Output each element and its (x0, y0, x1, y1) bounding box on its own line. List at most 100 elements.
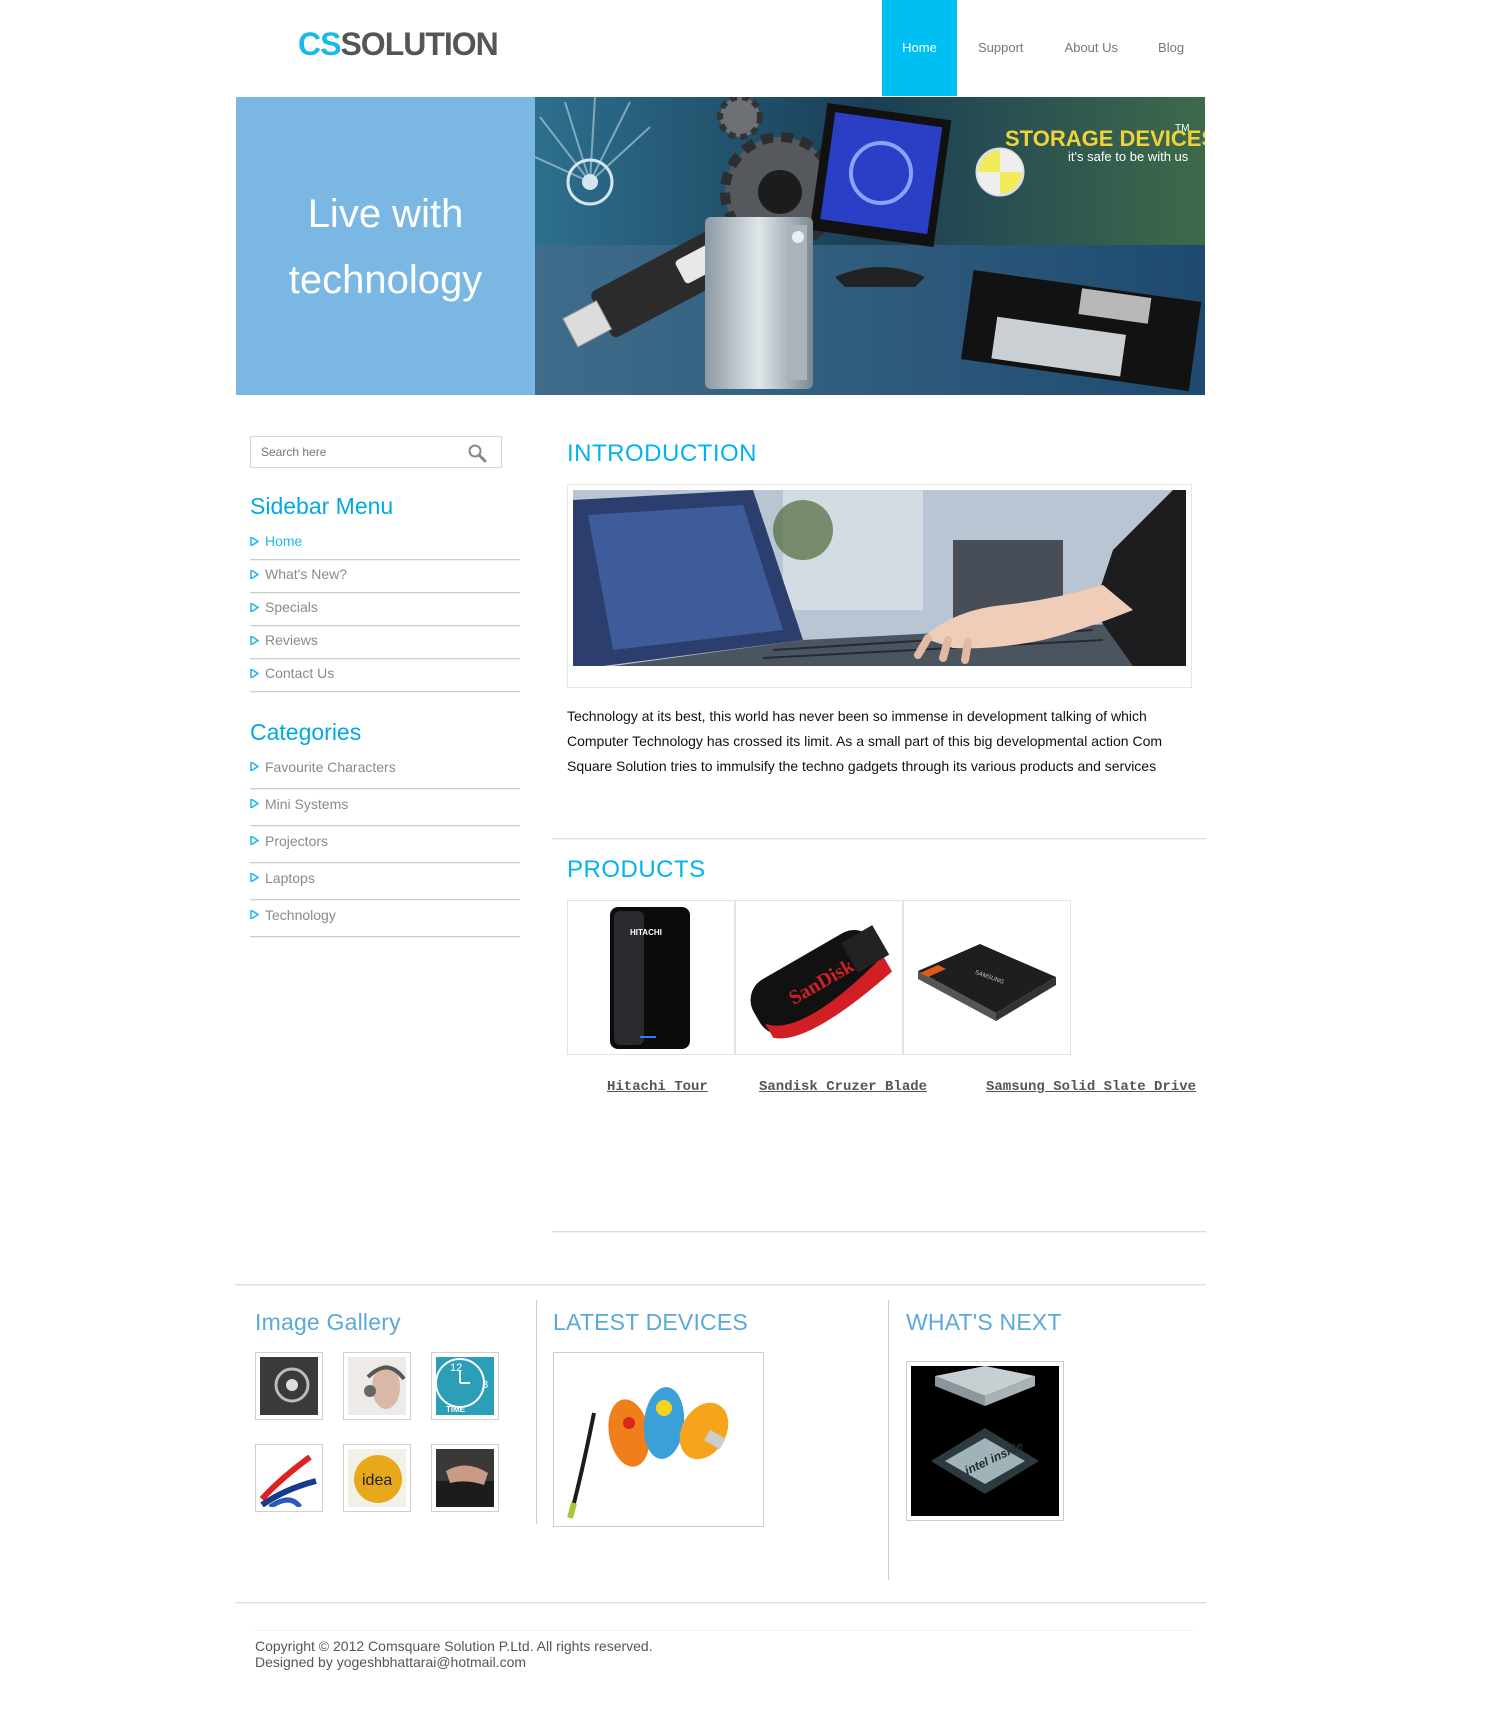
bullet-arrow-icon (250, 762, 259, 771)
category-link[interactable]: Mini Systems (265, 796, 348, 812)
introduction-title: INTRODUCTION (567, 440, 757, 467)
whats-next-image-frame[interactable]: intel inside (906, 1361, 1064, 1521)
clock-number-3: 3 (482, 1379, 488, 1391)
category-item-laptops: Laptops (250, 863, 520, 900)
sidebar-item-specials: Specials (250, 593, 520, 626)
product-link-hitachi-tour[interactable]: Hitachi Tour (607, 1079, 708, 1095)
product-image-sandisk[interactable]: SanDisk (735, 900, 903, 1055)
sidebar-link-reviews[interactable]: Reviews (265, 632, 318, 648)
clock-image: 12 3 TIME (436, 1357, 494, 1415)
section-divider (552, 1231, 1206, 1233)
hero-banner: Live with technology STORAGE DEVICES TM … (236, 97, 1205, 395)
sidebar-menu: Home What's New? Specials Reviews Contac… (250, 527, 520, 692)
samsung-ssd-image: SAMSUNG (918, 944, 1056, 1021)
clock-label: TIME (446, 1405, 466, 1414)
category-link[interactable]: Projectors (265, 833, 328, 849)
category-item-technology: Technology (250, 900, 520, 937)
sidebar-item-home: Home (250, 527, 520, 560)
gallery-thumb[interactable]: idea (343, 1444, 411, 1512)
sidebar-item-whats-new: What's New? (250, 560, 520, 593)
bullet-arrow-icon (250, 910, 259, 919)
categories-menu: Favourite Characters Mini Systems Projec… (250, 752, 520, 937)
keyboard-typing-image (436, 1449, 494, 1507)
latest-device-image[interactable] (553, 1352, 764, 1527)
bullet-arrow-icon (250, 799, 259, 808)
search-icon[interactable] (467, 443, 487, 463)
headphones-woman-image (348, 1357, 406, 1415)
bullet-arrow-icon (250, 603, 259, 612)
whats-next-title: WHAT'S NEXT (906, 1309, 1062, 1335)
flip-flop-usb-image (567, 1387, 729, 1519)
sidebar-item-reviews: Reviews (250, 626, 520, 659)
nav-about-us[interactable]: About Us (1045, 0, 1138, 96)
idea-text: idea (362, 1472, 392, 1489)
bullet-arrow-icon (250, 873, 259, 882)
gallery-thumb[interactable] (431, 1444, 499, 1512)
gallery-thumb[interactable] (343, 1352, 411, 1420)
category-link[interactable]: Technology (265, 907, 336, 923)
image-gallery-title: Image Gallery (255, 1309, 401, 1335)
nav-home[interactable]: Home (882, 0, 957, 96)
sidebar-link-home[interactable]: Home (265, 533, 302, 549)
search-input[interactable] (251, 437, 451, 467)
bullet-arrow-icon (250, 537, 259, 546)
storage-tagline: it's safe to be with us (1068, 149, 1189, 164)
bullet-arrow-icon (250, 669, 259, 678)
storage-tm: TM (1175, 123, 1189, 134)
hitachi-brand: HITACHI (630, 928, 662, 937)
section-divider (552, 838, 1206, 840)
column-divider (888, 1300, 889, 1580)
sidebar-link-contact-us[interactable]: Contact Us (265, 665, 334, 681)
logo-solution: SOLUTION (340, 26, 498, 62)
intro-image (573, 490, 1186, 666)
bullet-arrow-icon (250, 570, 259, 579)
arrows-graph-image (260, 1449, 318, 1507)
categories-title: Categories (250, 719, 362, 745)
nav-support[interactable]: Support (957, 0, 1045, 96)
sidebar-link-whats-new[interactable]: What's New? (265, 566, 347, 582)
gallery-thumb[interactable]: 12 3 TIME (431, 1352, 499, 1420)
products-title: PRODUCTS (567, 856, 706, 883)
product-link-samsung-ssd[interactable]: Samsung Solid Slate Drive (986, 1079, 1196, 1095)
column-divider (536, 1300, 537, 1524)
banner-headline-line2: technology (288, 258, 483, 302)
product-image-samsung[interactable]: SAMSUNG (903, 900, 1071, 1055)
idea-image: idea (348, 1449, 406, 1507)
category-item-favourite-characters: Favourite Characters (250, 752, 520, 789)
intro-paragraph: Technology at its best, this world has n… (567, 708, 1163, 774)
bullet-arrow-icon (250, 836, 259, 845)
product-image-hitachi[interactable]: HITACHI (567, 900, 735, 1055)
footer: Copyright © 2012 Comsquare Solution P.Lt… (255, 1638, 653, 1670)
category-item-mini-systems: Mini Systems (250, 789, 520, 826)
sidebar-link-specials[interactable]: Specials (265, 599, 318, 615)
banner-image: STORAGE DEVICES TM it's safe to be with … (535, 97, 1205, 395)
bullet-arrow-icon (250, 636, 259, 645)
sandisk-drive-image: SanDisk (750, 925, 893, 1039)
copyright-text: Copyright © 2012 Comsquare Solution P.Lt… (255, 1638, 653, 1654)
laptop-typing-photo (573, 490, 1186, 666)
footer-inner-divider (255, 1630, 1193, 1631)
site-logo[interactable]: CSSOLUTION (298, 26, 499, 62)
footer-divider (235, 1602, 1206, 1604)
intel-chip-image: intel inside (911, 1366, 1059, 1516)
tech-hand-image (260, 1357, 318, 1415)
section-divider (235, 1284, 1206, 1286)
latest-devices-title: LATEST DEVICES (553, 1309, 748, 1335)
sidebar-menu-title: Sidebar Menu (250, 493, 394, 519)
category-link[interactable]: Favourite Characters (265, 759, 396, 775)
product-link-sandisk-cruzer-blade[interactable]: Sandisk Cruzer Blade (759, 1079, 927, 1095)
sidebar-item-contact-us: Contact Us (250, 659, 520, 692)
main-nav: Home Support About Us Blog (882, 0, 1204, 96)
banner-text-panel: Live with technology (236, 97, 535, 395)
category-link[interactable]: Laptops (265, 870, 315, 886)
storage-devices-illustration: STORAGE DEVICES TM it's safe to be with … (535, 97, 1205, 395)
gallery-thumb[interactable] (255, 1444, 323, 1512)
intro-image-frame (567, 484, 1192, 688)
hitachi-drive-image: HITACHI (610, 907, 690, 1049)
banner-headline: Live with technology (236, 181, 535, 313)
category-item-projectors: Projectors (250, 826, 520, 863)
gallery-thumb[interactable] (255, 1352, 323, 1420)
designer-credit: Designed by yogeshbhattarai@hotmail.com (255, 1654, 527, 1670)
nav-blog[interactable]: Blog (1138, 0, 1204, 96)
banner-headline-line1: Live with (307, 192, 464, 236)
